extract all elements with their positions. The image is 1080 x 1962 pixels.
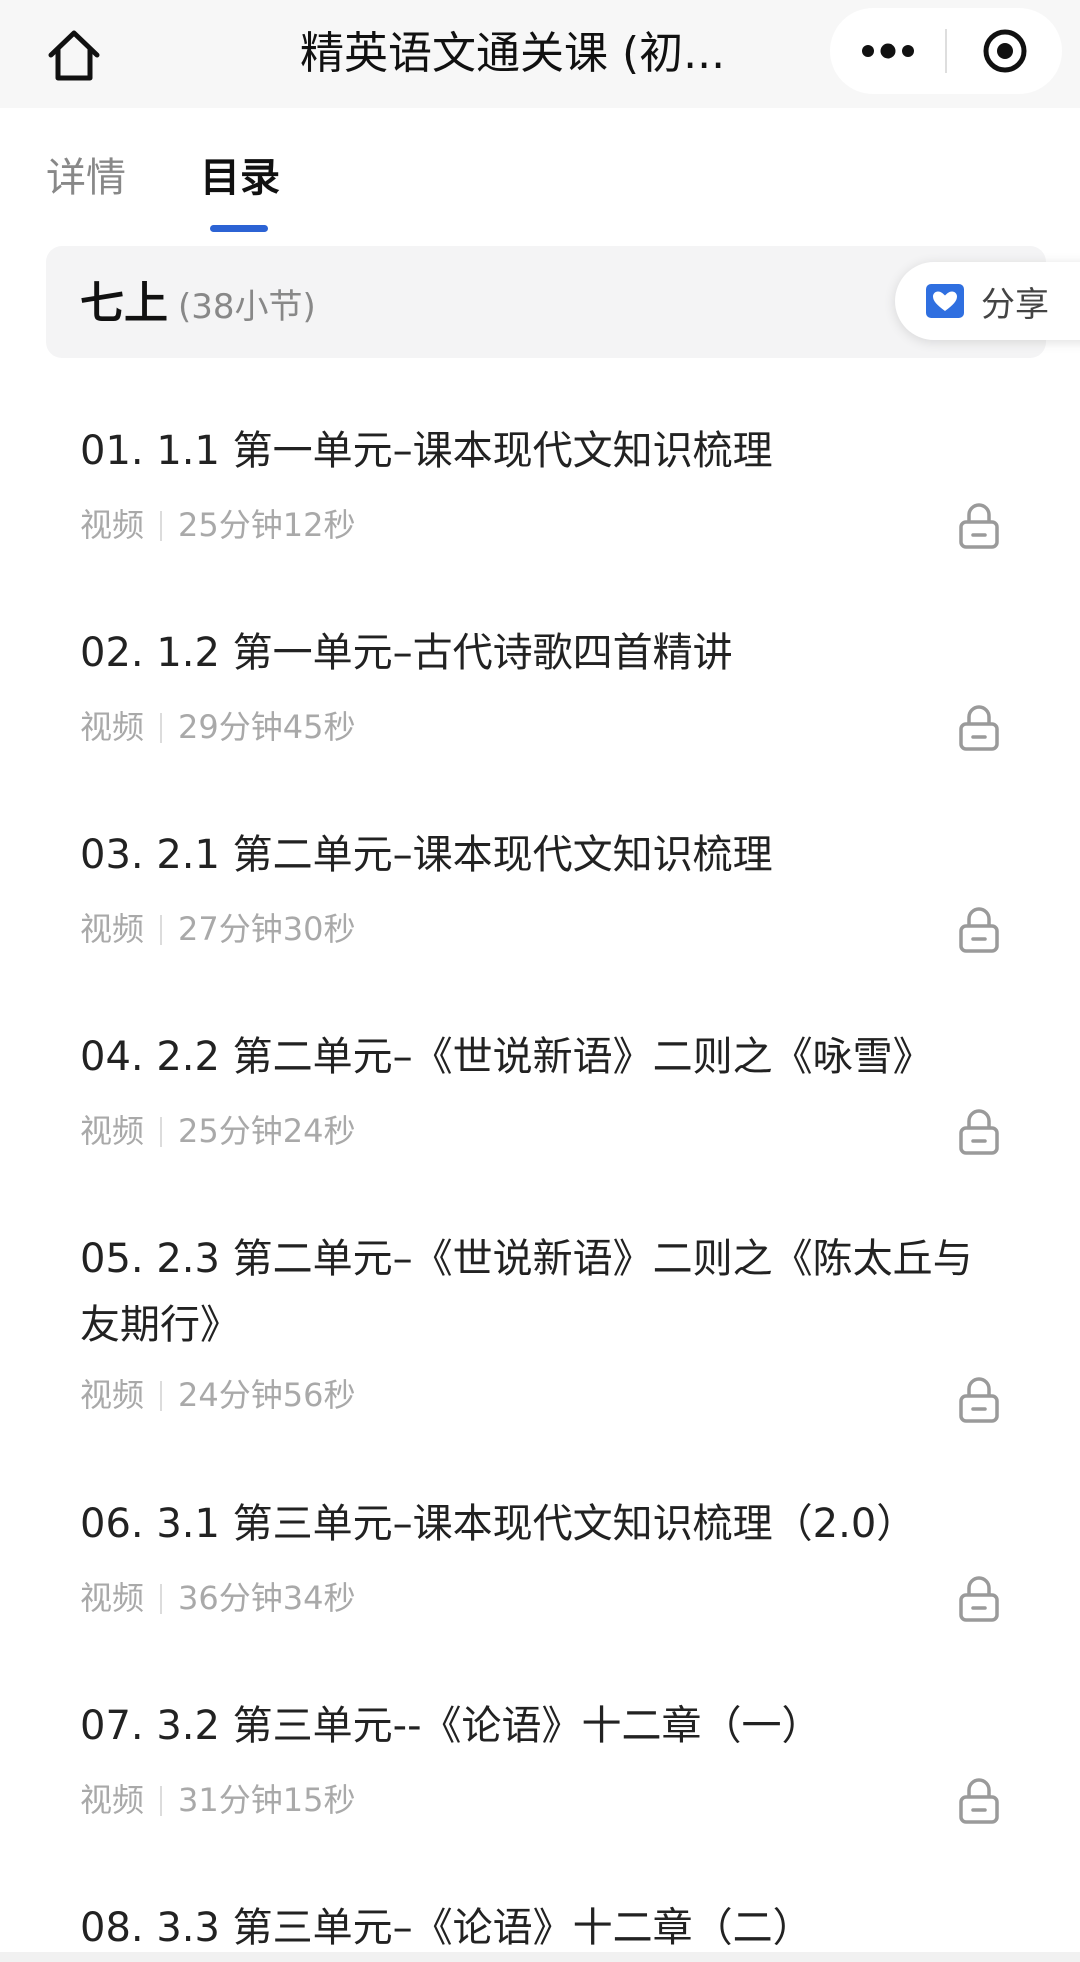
meta-separator xyxy=(160,713,163,743)
page-title: 精英语文通关课 (初... xyxy=(300,28,726,79)
lesson-title: 03. 2.1 第二单元–课本现代文知识梳理 xyxy=(80,832,773,878)
lesson-title: 06. 3.1 第三单元–课本现代文知识梳理（2.0） xyxy=(80,1501,917,1547)
share-heart-icon xyxy=(925,283,965,319)
meta-separator xyxy=(160,915,163,945)
tab-bar: 详情 目录 xyxy=(0,108,1080,238)
lesson-item-04[interactable]: 04. 2.2 第二单元–《世说新语》二则之《咏雪》 视频 25分钟24秒 xyxy=(0,1016,1080,1176)
lesson-type: 视频 xyxy=(80,1112,145,1150)
lock-icon xyxy=(959,1576,999,1622)
share-button[interactable]: 分享 xyxy=(895,262,1080,340)
bottom-edge-shade xyxy=(0,1952,1080,1962)
top-bar: 精英语文通关课 (初... xyxy=(0,0,1080,108)
lesson-meta: 视频 29分钟45秒 xyxy=(80,705,355,749)
close-button[interactable] xyxy=(947,8,1062,94)
meta-separator xyxy=(160,511,163,541)
lesson-title: 05. 2.3 第二单元–《世说新语》二则之《陈太丘与友期行》 xyxy=(80,1236,973,1348)
lesson-meta: 视频 24分钟56秒 xyxy=(80,1373,355,1417)
lesson-duration: 31分钟15秒 xyxy=(178,1781,356,1819)
lesson-type: 视频 xyxy=(80,506,145,544)
lock-icon xyxy=(959,907,999,953)
lesson-item-03[interactable]: 03. 2.1 第二单元–课本现代文知识梳理 视频 27分钟30秒 xyxy=(0,814,1080,974)
lesson-type: 视频 xyxy=(80,708,145,746)
lock-icon xyxy=(959,1778,999,1824)
lesson-duration: 36分钟34秒 xyxy=(178,1579,356,1617)
lesson-title: 07. 3.2 第三单元--《论语》十二章（一） xyxy=(80,1703,822,1749)
lesson-meta: 视频 25分钟24秒 xyxy=(80,1109,355,1153)
lock-icon xyxy=(959,1109,999,1155)
lesson-item-06[interactable]: 06. 3.1 第三单元–课本现代文知识梳理（2.0） 视频 36分钟34秒 xyxy=(0,1483,1080,1643)
home-button[interactable] xyxy=(38,20,110,92)
home-icon xyxy=(48,30,100,81)
lesson-meta: 视频 36分钟34秒 xyxy=(80,1576,355,1620)
lesson-duration: 24分钟56秒 xyxy=(178,1376,356,1414)
lesson-item-05[interactable]: 05. 2.3 第二单元–《世说新语》二则之《陈太丘与友期行》 视频 24分钟56… xyxy=(0,1218,1080,1438)
lesson-type: 视频 xyxy=(80,910,145,948)
meta-separator xyxy=(160,1381,163,1411)
lesson-title: 01. 1.1 第一单元–课本现代文知识梳理 xyxy=(80,428,773,474)
lesson-item-08[interactable]: 08. 3.3 第三单元–《论语》十二章（二） xyxy=(0,1887,1080,1962)
lesson-title: 04. 2.2 第二单元–《世说新语》二则之《咏雪》 xyxy=(80,1034,933,1080)
lock-icon xyxy=(959,705,999,751)
active-tab-indicator xyxy=(210,225,268,232)
lesson-title: 02. 1.2 第一单元–古代诗歌四首精讲 xyxy=(80,630,733,676)
section-title-text: 七上 xyxy=(80,278,168,329)
lesson-duration: 27分钟30秒 xyxy=(178,910,356,948)
lesson-type: 视频 xyxy=(80,1579,145,1617)
section-title: 七上 (38小节) xyxy=(80,276,316,335)
lesson-meta: 视频 31分钟15秒 xyxy=(80,1778,355,1822)
mini-program-capsule xyxy=(830,8,1062,94)
more-dots-icon xyxy=(861,43,914,59)
share-label: 分享 xyxy=(981,284,1049,325)
lock-icon xyxy=(959,1377,999,1423)
lesson-item-07[interactable]: 07. 3.2 第三单元--《论语》十二章（一） 视频 31分钟15秒 xyxy=(0,1685,1080,1845)
lesson-type: 视频 xyxy=(80,1781,145,1819)
tab-detail[interactable]: 详情 xyxy=(46,150,126,206)
lock-icon xyxy=(959,503,999,549)
lesson-duration: 25分钟12秒 xyxy=(178,506,356,544)
section-count: (38小节) xyxy=(178,287,316,327)
lesson-item-01[interactable]: 01. 1.1 第一单元–课本现代文知识梳理 视频 25分钟12秒 xyxy=(0,410,1080,570)
lesson-meta: 视频 27分钟30秒 xyxy=(80,907,355,951)
target-circle-icon xyxy=(983,29,1026,73)
lesson-duration: 29分钟45秒 xyxy=(178,708,356,746)
lesson-meta: 视频 25分钟12秒 xyxy=(80,503,355,547)
meta-separator xyxy=(160,1786,163,1816)
meta-separator xyxy=(160,1117,163,1147)
meta-separator xyxy=(160,1584,163,1614)
tab-catalog[interactable]: 目录 xyxy=(200,150,280,206)
lesson-duration: 25分钟24秒 xyxy=(178,1112,356,1150)
more-button[interactable] xyxy=(830,8,945,94)
lesson-item-02[interactable]: 02. 1.2 第一单元–古代诗歌四首精讲 视频 29分钟45秒 xyxy=(0,612,1080,772)
lesson-type: 视频 xyxy=(80,1376,145,1414)
